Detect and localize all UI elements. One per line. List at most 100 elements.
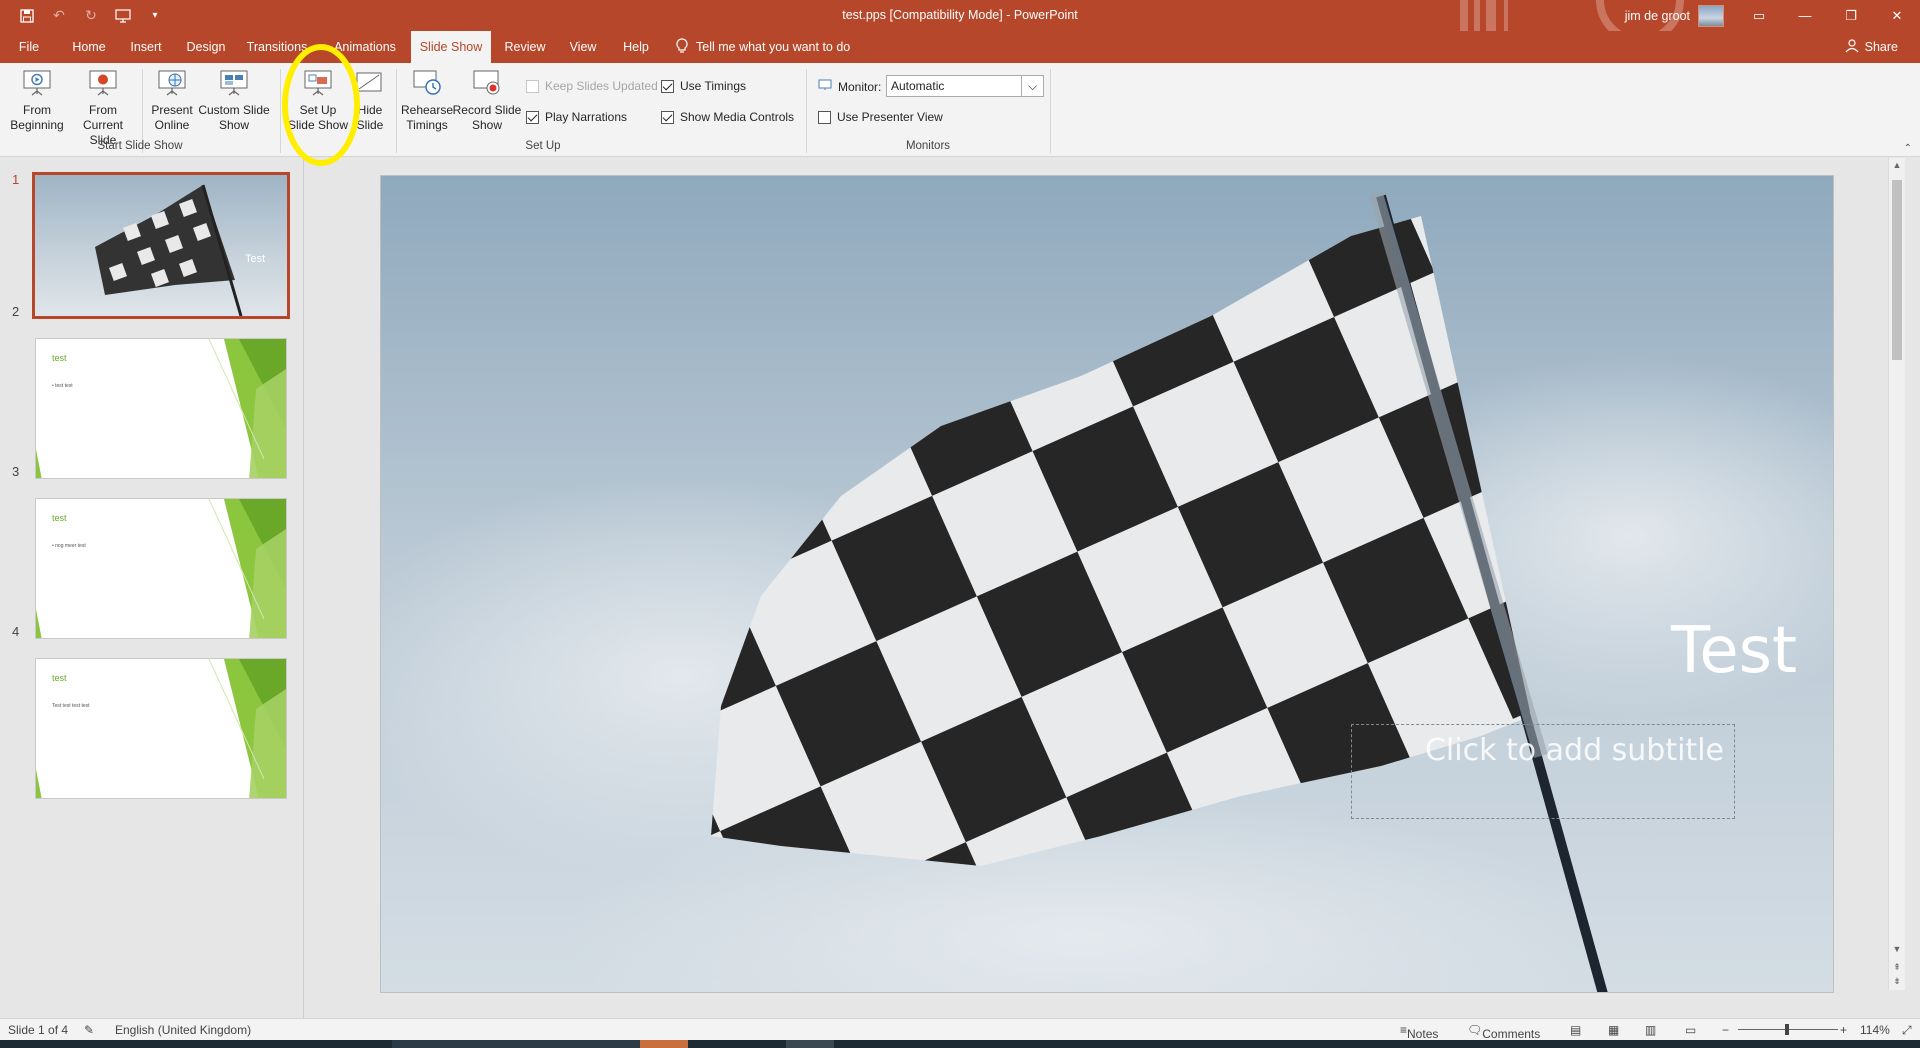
- tab-transitions[interactable]: Transitions: [242, 31, 312, 63]
- play-narrations-checkbox[interactable]: Play Narrations: [526, 110, 627, 124]
- tell-me-label: Tell me what you want to do: [696, 40, 851, 54]
- current-slide[interactable]: Test Click to add subtitle: [380, 175, 1834, 993]
- rehearse-timings-button[interactable]: Rehearse Timings: [400, 67, 454, 133]
- slide-thumbnail-2[interactable]: test • test test: [35, 338, 287, 479]
- ribbon-display-icon[interactable]: ▭: [1736, 0, 1782, 31]
- user-account[interactable]: jim de groot: [1625, 0, 1724, 31]
- slide-thumbnails-pane: 1 Test 2 test • test test 3 test • nog m…: [0, 158, 304, 1018]
- flag-thumbnail-image: [35, 175, 287, 316]
- hide-slide-button[interactable]: Hide Slide: [352, 67, 388, 133]
- presenter-view-label: Use Presenter View: [837, 110, 943, 124]
- normal-view-icon[interactable]: ▤: [1570, 1023, 1581, 1037]
- zoom-slider-thumb[interactable]: [1785, 1024, 1789, 1035]
- monitor-value: Automatic: [891, 79, 945, 93]
- previous-slide-icon[interactable]: ⇞: [1889, 962, 1905, 973]
- tab-home[interactable]: Home: [64, 31, 114, 63]
- zoom-out-icon[interactable]: −: [1722, 1023, 1729, 1037]
- minimize-icon[interactable]: —: [1782, 0, 1828, 31]
- tab-slide-show[interactable]: Slide Show: [411, 31, 491, 63]
- taskbar-item[interactable]: [786, 1040, 834, 1048]
- set-up-slide-show-button[interactable]: Set Up Slide Show: [286, 67, 350, 133]
- keep-slides-updated-checkbox[interactable]: Keep Slides Updated: [526, 79, 658, 93]
- lightbulb-icon: [676, 37, 688, 57]
- title-bar: ↶ ↻ ▾ test.pps [Compatibility Mode] - Po…: [0, 0, 1920, 31]
- slide-number: 4: [12, 624, 20, 639]
- subtitle-placeholder-text: Click to add subtitle: [1424, 733, 1724, 768]
- tab-view[interactable]: View: [560, 31, 606, 63]
- tab-help[interactable]: Help: [614, 31, 658, 63]
- slide-number: 1: [12, 172, 20, 187]
- ribbon-tabs: File Home Insert Design Transitions Anim…: [0, 31, 1920, 63]
- show-media-controls-checkbox[interactable]: Show Media Controls: [661, 110, 794, 124]
- monitor-dropdown[interactable]: Automatic ⌵: [886, 75, 1044, 97]
- chevron-down-icon[interactable]: ⌵: [1021, 76, 1043, 96]
- tell-me-search[interactable]: Tell me what you want to do: [676, 31, 850, 63]
- taskbar-item-powerpoint[interactable]: [640, 1040, 688, 1048]
- thumbnail-body: Test test test test: [52, 703, 90, 709]
- monitor-icon: [818, 79, 832, 94]
- monitor-label-row: Monitor:: [818, 79, 881, 94]
- group-separator: [1050, 69, 1051, 153]
- ribbon: From Beginning From Current Slide Presen…: [0, 63, 1920, 157]
- rehearse-label: Rehearse Timings: [400, 103, 454, 132]
- thumbnail-title: test: [52, 513, 67, 523]
- group-monitors-label: Monitors: [905, 140, 951, 152]
- from-current-slide-button[interactable]: From Current Slide: [70, 67, 136, 148]
- show-media-label: Show Media Controls: [680, 110, 795, 124]
- scrollbar-thumb[interactable]: [1892, 180, 1902, 360]
- play-narrations-label: Play Narrations: [545, 110, 628, 124]
- checkbox-box: [818, 110, 831, 124]
- vertical-scrollbar[interactable]: ▲ ▼ ⇞ ⇟: [1888, 158, 1905, 990]
- slide-title[interactable]: Test: [1671, 614, 1797, 688]
- taskbar-item[interactable]: [392, 1040, 640, 1048]
- setup-show-label: Set Up Slide Show: [287, 103, 349, 132]
- custom-slide-show-button[interactable]: Custom Slide Show: [198, 67, 270, 133]
- hide-slide-label: Hide Slide: [356, 103, 384, 132]
- scroll-down-icon[interactable]: ▼: [1889, 944, 1905, 954]
- monitor-label: Monitor:: [838, 79, 882, 94]
- collapse-ribbon-icon[interactable]: ⌃: [1904, 143, 1912, 154]
- slide-thumbnail-3[interactable]: test • nog meer test: [35, 498, 287, 639]
- group-setup-label: Set Up: [525, 140, 561, 152]
- avatar[interactable]: [1698, 4, 1724, 27]
- zoom-level[interactable]: 114%: [1860, 1023, 1890, 1037]
- reading-view-icon[interactable]: ▥: [1645, 1023, 1656, 1037]
- present-online-icon: [156, 67, 188, 99]
- language-indicator[interactable]: English (United Kingdom): [115, 1023, 251, 1037]
- share-button[interactable]: Share: [1845, 31, 1898, 63]
- keep-updated-label: Keep Slides Updated: [545, 79, 658, 93]
- scroll-up-icon[interactable]: ▲: [1889, 160, 1905, 170]
- slide-show-view-icon[interactable]: ▭: [1685, 1023, 1696, 1037]
- group-start-slide-show-label: Start Slide Show: [97, 140, 183, 152]
- present-online-button[interactable]: Present Online: [146, 67, 198, 133]
- rehearse-timings-icon: [411, 67, 443, 99]
- tab-insert[interactable]: Insert: [122, 31, 170, 63]
- subtitle-placeholder[interactable]: Click to add subtitle: [1351, 724, 1735, 819]
- restore-icon[interactable]: ❐: [1828, 0, 1874, 31]
- tab-design[interactable]: Design: [178, 31, 234, 63]
- tab-file[interactable]: File: [10, 31, 48, 63]
- green-theme-graphic: [36, 659, 286, 798]
- checkbox-box: [661, 110, 674, 124]
- slide-thumbnail-4[interactable]: test Test test test test: [35, 658, 287, 799]
- fit-to-window-icon[interactable]: ⤢: [1902, 1023, 1912, 1038]
- use-presenter-view-checkbox[interactable]: Use Presenter View: [818, 110, 943, 124]
- record-label: Record Slide Show: [452, 103, 522, 132]
- notes-button[interactable]: ≡ Notes: [1400, 1023, 1438, 1041]
- slideshow-start-icon: [21, 67, 53, 99]
- tab-animations[interactable]: Animations: [328, 31, 402, 63]
- slide-thumbnail-1[interactable]: Test: [32, 172, 290, 319]
- custom-show-icon: [218, 67, 250, 99]
- zoom-in-icon[interactable]: +: [1840, 1023, 1847, 1037]
- from-beginning-button[interactable]: From Beginning: [6, 67, 68, 133]
- tab-review[interactable]: Review: [498, 31, 552, 63]
- use-timings-label: Use Timings: [680, 79, 747, 93]
- close-icon[interactable]: ✕: [1874, 0, 1920, 31]
- record-slide-show-button[interactable]: Record Slide Show: [452, 67, 522, 133]
- slide-sorter-icon[interactable]: ▦: [1608, 1023, 1619, 1037]
- next-slide-icon[interactable]: ⇟: [1889, 976, 1905, 987]
- spelling-icon[interactable]: ✎: [84, 1023, 94, 1037]
- comments-button[interactable]: 🗨 Comments: [1467, 1023, 1540, 1041]
- share-label: Share: [1864, 40, 1898, 54]
- use-timings-checkbox[interactable]: Use Timings: [661, 79, 746, 93]
